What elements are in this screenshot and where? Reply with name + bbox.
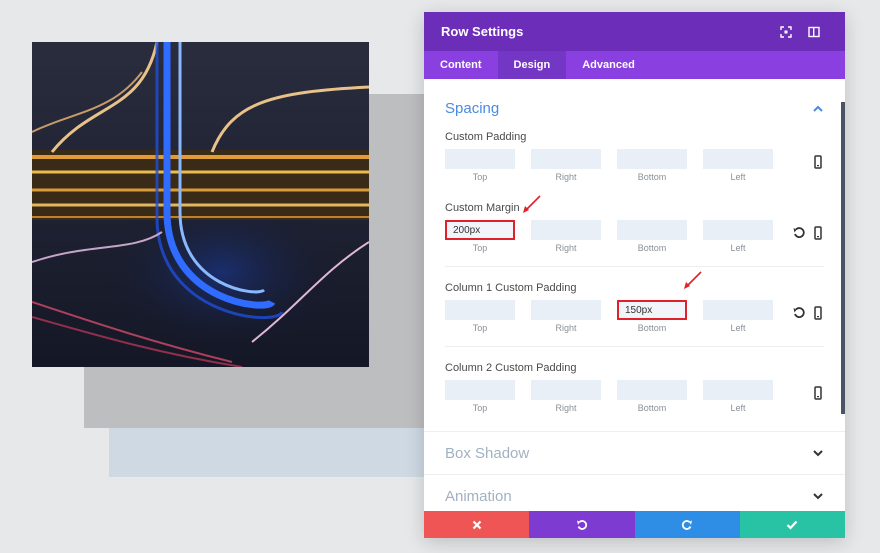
- phone-icon[interactable]: [812, 386, 824, 400]
- col2-top-label: Top: [472, 403, 488, 413]
- margin-top-label: Top: [472, 243, 488, 253]
- chevron-down-icon: [813, 493, 823, 500]
- annotation-arrow: [523, 195, 541, 213]
- box-shadow-section-title: Box Shadow: [445, 444, 530, 462]
- modal-title: Row Settings: [441, 24, 524, 39]
- check-icon: [787, 520, 798, 530]
- box-shadow-section-toggle[interactable]: Box Shadow: [424, 432, 845, 474]
- col1-top-input[interactable]: [445, 300, 515, 320]
- redo-icon: [682, 519, 693, 530]
- annotation-arrow: [684, 271, 702, 289]
- padding-top-label: Top: [472, 172, 488, 182]
- col1-left-label: Left: [730, 323, 746, 333]
- divider: [445, 346, 824, 347]
- margin-bottom-input[interactable]: [617, 220, 687, 240]
- undo-button[interactable]: [529, 511, 635, 538]
- animation-section-toggle[interactable]: Animation: [424, 475, 845, 511]
- modal-header: Row Settings: [424, 12, 845, 51]
- cancel-button[interactable]: [424, 511, 530, 538]
- padding-right-label: Right: [555, 172, 577, 182]
- animation-section-title: Animation: [445, 487, 512, 505]
- spacing-section-toggle[interactable]: Spacing: [424, 100, 845, 117]
- spacing-section-title: Spacing: [445, 100, 500, 117]
- margin-left-label: Left: [730, 243, 746, 253]
- custom-margin-group: Custom Margin 200px Top Right Bottom Left: [445, 195, 824, 253]
- close-icon: [472, 520, 481, 529]
- column2-padding-group: Column 2 Custom Padding Top Right Bottom…: [445, 362, 824, 413]
- tab-bar: Content Design Advanced: [424, 51, 845, 79]
- custom-padding-group: Custom Padding Top Right Bottom Left: [445, 131, 824, 182]
- modal-footer: [424, 511, 845, 538]
- margin-left-input[interactable]: [703, 220, 773, 240]
- phone-icon[interactable]: [812, 226, 824, 240]
- column1-padding-group: Column 1 Custom Padding Top Right 150px B…: [445, 271, 824, 333]
- redo-button[interactable]: [634, 511, 740, 538]
- phone-icon[interactable]: [812, 306, 824, 320]
- custom-margin-label: Custom Margin: [445, 202, 520, 214]
- sidebar-icon[interactable]: [800, 22, 828, 42]
- padding-top-input[interactable]: [445, 149, 515, 169]
- padding-bottom-input[interactable]: [617, 149, 687, 169]
- phone-icon[interactable]: [812, 155, 824, 169]
- col1-right-label: Right: [555, 323, 577, 333]
- reset-icon[interactable]: [792, 306, 806, 320]
- col1-top-label: Top: [472, 323, 488, 333]
- scrollbar[interactable]: [841, 102, 845, 414]
- col1-bottom-input[interactable]: 150px: [617, 300, 687, 320]
- col2-left-input[interactable]: [703, 380, 773, 400]
- highway-interchange-photo: [32, 42, 369, 367]
- padding-left-input[interactable]: [703, 149, 773, 169]
- tab-content[interactable]: Content: [424, 51, 498, 79]
- col1-left-input[interactable]: [703, 300, 773, 320]
- column1-padding-label: Column 1 Custom Padding: [445, 282, 577, 294]
- undo-icon: [576, 519, 587, 530]
- padding-left-label: Left: [730, 172, 746, 182]
- settings-content: Spacing Custom Padding Top Right Bottom …: [424, 79, 845, 511]
- margin-right-label: Right: [555, 243, 577, 253]
- padding-bottom-label: Bottom: [637, 172, 667, 182]
- col2-right-label: Right: [555, 403, 577, 413]
- custom-padding-label: Custom Padding: [445, 131, 527, 143]
- col2-left-label: Left: [730, 403, 746, 413]
- divider: [445, 266, 824, 267]
- margin-top-input[interactable]: 200px: [445, 220, 515, 240]
- save-button[interactable]: [739, 511, 845, 538]
- expand-icon[interactable]: [772, 22, 800, 42]
- col1-bottom-label: Bottom: [637, 323, 667, 333]
- reset-icon[interactable]: [792, 226, 806, 240]
- col1-right-input[interactable]: [531, 300, 601, 320]
- margin-bottom-label: Bottom: [637, 243, 667, 253]
- margin-right-input[interactable]: [531, 220, 601, 240]
- col2-top-input[interactable]: [445, 380, 515, 400]
- col2-right-input[interactable]: [531, 380, 601, 400]
- col2-bottom-input[interactable]: [617, 380, 687, 400]
- row-settings-modal: Row Settings Content Design Advanced Spa…: [424, 12, 845, 538]
- chevron-down-icon: [813, 450, 823, 457]
- padding-right-input[interactable]: [531, 149, 601, 169]
- chevron-up-icon: [813, 105, 823, 112]
- tab-design[interactable]: Design: [497, 51, 567, 79]
- col2-bottom-label: Bottom: [637, 403, 667, 413]
- tab-advanced[interactable]: Advanced: [566, 51, 651, 79]
- column2-padding-label: Column 2 Custom Padding: [445, 362, 577, 374]
